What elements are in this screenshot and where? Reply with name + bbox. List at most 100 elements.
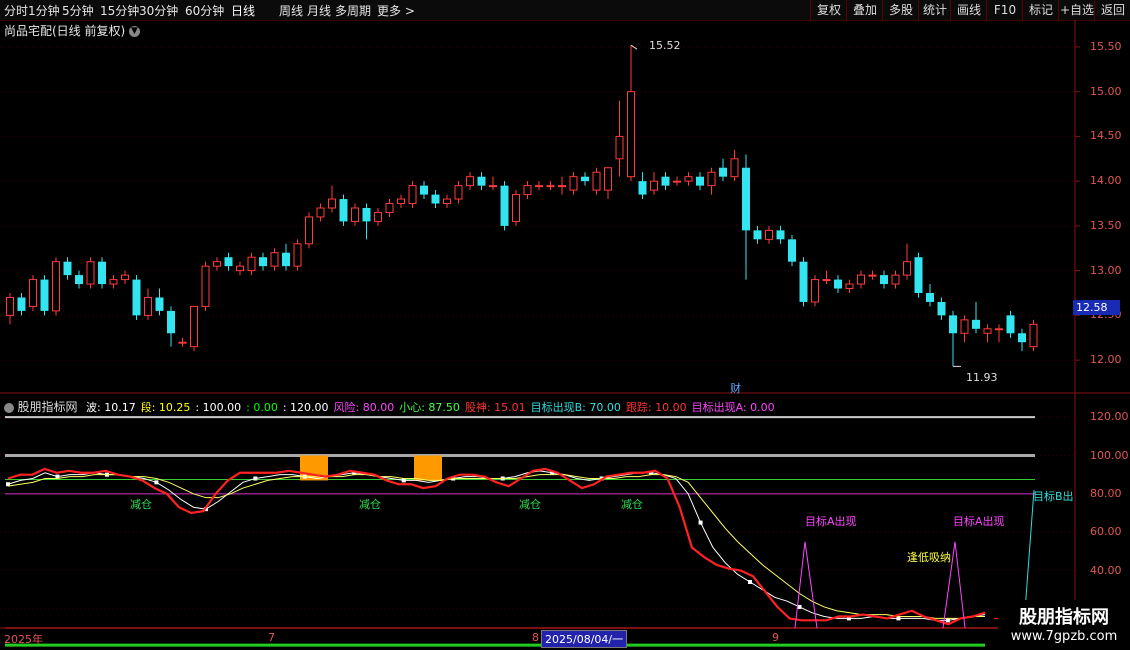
candle-body xyxy=(811,279,819,303)
time-axis-september: 9 xyxy=(772,631,779,644)
indicator-value: 段: 10.25 xyxy=(140,401,191,414)
reduce-position-label: 减仓 xyxy=(519,498,541,511)
candle-body xyxy=(236,265,244,272)
price-tick-label: 13.00 xyxy=(1090,263,1122,277)
candle-body xyxy=(650,180,658,191)
indicator-tick-label: 80.00 xyxy=(1090,486,1122,500)
indicator-name[interactable]: 股朋指标网 xyxy=(18,400,78,414)
candle-body xyxy=(431,194,440,204)
financial-report-marker[interactable]: 财 xyxy=(730,380,741,396)
low-price-marker: 11.93 xyxy=(966,371,998,384)
watermark-url: www.7gpzb.com xyxy=(1010,629,1118,644)
reduce-position-label: 减仓 xyxy=(130,498,152,511)
price-tick-label: 12.00 xyxy=(1090,353,1122,367)
indicator-value: : 120.00 xyxy=(282,401,329,414)
candle-body xyxy=(949,315,957,334)
watermark-title: 股朋指标网 xyxy=(1019,607,1109,628)
candle-body xyxy=(868,274,877,277)
indicator-header: 股朋指标网 波: 10.17 段: 10.25: 100.00: 0.00: 12… xyxy=(4,398,775,415)
candle-body xyxy=(408,185,417,205)
candle-body xyxy=(937,301,946,316)
candle-body xyxy=(880,275,888,285)
candle-body xyxy=(213,261,221,267)
indicator-dot xyxy=(748,580,753,584)
candle-body xyxy=(972,319,980,329)
time-axis-august: 8 xyxy=(532,631,539,644)
candle-body xyxy=(75,275,83,285)
candle-body xyxy=(167,310,175,334)
candle-body xyxy=(443,198,451,205)
candle-body xyxy=(247,256,256,272)
candle-body xyxy=(29,279,37,307)
high-price-marker: 15.52 xyxy=(649,39,681,52)
candle-body xyxy=(604,167,612,191)
indicator-value: 小心: 87.50 xyxy=(399,401,460,414)
candle-body xyxy=(385,203,394,213)
candle-body xyxy=(397,198,405,205)
candle-body xyxy=(857,274,865,285)
stock-chart[interactable] xyxy=(0,0,1130,650)
candle-body xyxy=(477,176,486,186)
candle-body xyxy=(52,261,60,312)
indicator-value: 股神: 15.01 xyxy=(464,401,526,414)
low-buy-label: 逢低吸纳 xyxy=(907,551,951,564)
candle-body xyxy=(178,341,187,344)
price-tick-label: 14.50 xyxy=(1090,129,1122,143)
candle-body xyxy=(1018,333,1026,343)
indicator-value: 跟踪: 10.00 xyxy=(625,401,687,414)
candle-body xyxy=(776,230,785,240)
candle-body xyxy=(535,185,543,188)
candle-body xyxy=(351,207,359,222)
target-b-label: 目标B出 xyxy=(1033,490,1074,503)
candle-body xyxy=(995,328,1003,331)
price-tick-label: 14.00 xyxy=(1090,174,1122,188)
indicator-dot xyxy=(896,616,901,621)
candle-body xyxy=(6,296,14,316)
indicator-tick-label: 60.00 xyxy=(1090,525,1122,539)
target-a-spike xyxy=(794,541,818,629)
signal-block xyxy=(414,455,442,481)
price-tick-label: 15.50 xyxy=(1090,39,1122,53)
candle-body xyxy=(512,194,520,222)
indicator-value: 目标出现A: 0.00 xyxy=(691,401,775,414)
candle-body xyxy=(270,252,279,267)
candle-body xyxy=(845,283,854,290)
candle-body xyxy=(960,319,969,334)
candle-body xyxy=(696,176,704,186)
candle-body xyxy=(581,176,589,182)
reduce-position-label: 减仓 xyxy=(359,498,381,511)
candle-body xyxy=(788,239,796,262)
candle-body xyxy=(822,279,831,282)
watermark: 股朋指标网 www.7gpzb.com xyxy=(998,600,1130,650)
indicator-toggle-icon[interactable] xyxy=(4,403,14,413)
crosshair-date-box: 2025/08/04/一 xyxy=(541,630,628,648)
candle-body xyxy=(753,230,762,240)
candle-body xyxy=(661,176,670,186)
price-tick-label: 15.00 xyxy=(1090,84,1122,98)
candle-body xyxy=(224,257,233,267)
candle-body xyxy=(592,171,601,191)
candle-body xyxy=(1006,315,1015,334)
candle-body xyxy=(63,261,72,276)
candle-body xyxy=(684,176,693,182)
candle-body xyxy=(259,257,267,267)
candle-body xyxy=(328,198,336,209)
indicator-dot xyxy=(154,480,159,485)
candle-body xyxy=(903,261,911,276)
indicator-value: : 100.00 xyxy=(195,401,242,414)
indicator-tick-label: 40.00 xyxy=(1090,563,1122,577)
candle-body xyxy=(627,91,635,178)
candle-body xyxy=(1029,323,1038,348)
candle-body xyxy=(799,261,808,302)
candle-body xyxy=(109,279,118,285)
indicator-line-0 xyxy=(7,470,986,621)
candle-body xyxy=(454,185,463,200)
candle-body xyxy=(86,261,95,285)
time-axis-year: 2025年 xyxy=(4,633,43,646)
candle-body xyxy=(420,185,428,195)
candle-body xyxy=(926,293,934,302)
indicator-line-2 xyxy=(7,467,986,626)
candle-body xyxy=(638,181,647,195)
candle-body xyxy=(834,279,842,289)
indicator-dot xyxy=(945,618,950,623)
